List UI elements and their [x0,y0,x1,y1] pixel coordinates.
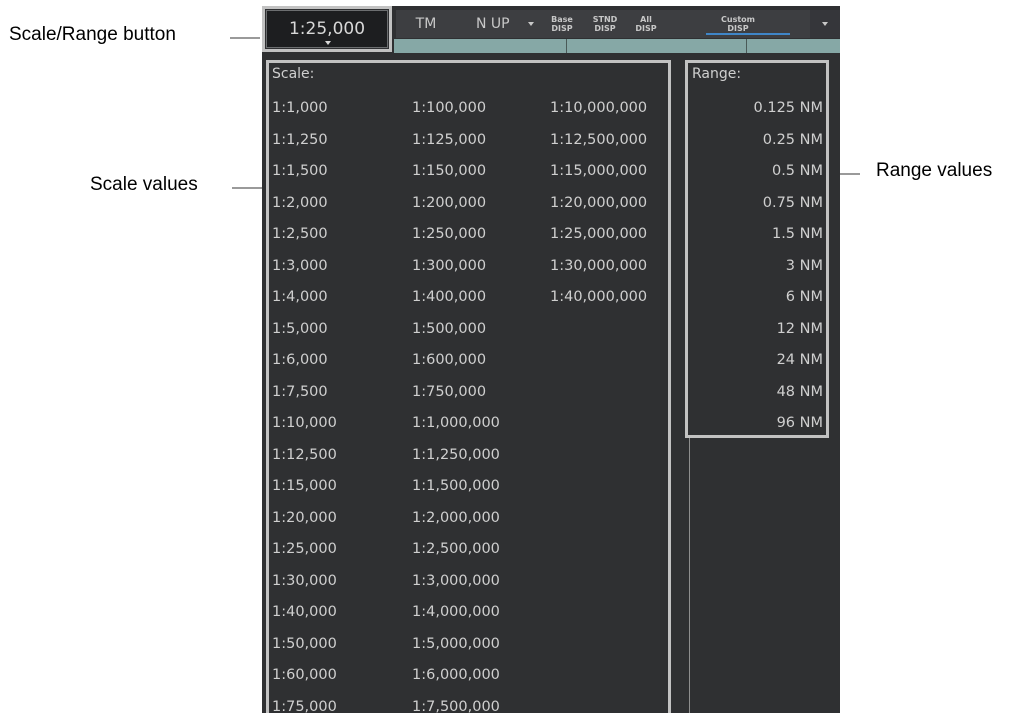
status-strip-divider [746,39,747,53]
range-option[interactable]: 48 NM [713,384,823,400]
display-menu-dropdown-button[interactable] [810,10,840,38]
active-underline [706,33,790,35]
range-option[interactable]: 96 NM [713,415,823,431]
custom-disp-line2: DISP [727,24,749,33]
scale-option[interactable]: 1:40,000,000 [550,289,647,305]
custom-disp-line1: Custom [721,15,755,24]
all-disp-button[interactable]: All DISP [626,10,666,38]
scale-option[interactable]: 1:5,000 [272,321,328,337]
stnd-disp-line2: DISP [594,24,616,33]
scale-option[interactable]: 1:2,500 [272,226,328,242]
scale-heading: Scale: [272,66,315,82]
scale-option[interactable]: 1:4,000 [272,289,328,305]
range-values-highlight [685,60,829,438]
scale-option[interactable]: 1:12,500 [272,447,337,463]
panel-divider [689,438,690,713]
scale-option[interactable]: 1:6,000 [272,352,328,368]
callout-scale-range-button: Scale/Range button [9,24,176,45]
scale-option[interactable]: 1:3,000,000 [412,573,500,589]
scale-option[interactable]: 1:2,000 [272,195,328,211]
scale-option[interactable]: 1:40,000 [272,604,337,620]
callout-scale-values: Scale values [90,174,198,195]
scale-option[interactable]: 1:1,500,000 [412,478,500,494]
scale-option[interactable]: 1:30,000,000 [550,258,647,274]
callout-leader [230,37,260,39]
scale-option[interactable]: 1:150,000 [412,163,486,179]
scale-option[interactable]: 1:15,000,000 [550,163,647,179]
scale-option[interactable]: 1:1,500 [272,163,328,179]
scale-option[interactable]: 1:15,000 [272,478,337,494]
dropdown-arrow-icon [528,22,534,26]
orientation-button[interactable]: N UP [456,10,540,38]
scale-option[interactable]: 1:10,000 [272,415,337,431]
range-option[interactable]: 24 NM [713,352,823,368]
scale-option[interactable]: 1:20,000,000 [550,195,647,211]
scale-option[interactable]: 1:2,500,000 [412,541,500,557]
range-option[interactable]: 0.125 NM [713,100,823,116]
scale-option[interactable]: 1:7,500 [272,384,328,400]
scale-option[interactable]: 1:5,000,000 [412,636,500,652]
range-option[interactable]: 0.25 NM [713,132,823,148]
range-option[interactable]: 3 NM [713,258,823,274]
scale-option[interactable]: 1:100,000 [412,100,486,116]
scale-option[interactable]: 1:1,250,000 [412,447,500,463]
scale-option[interactable]: 1:500,000 [412,321,486,337]
all-disp-line1: All [640,15,652,24]
scale-option[interactable]: 1:75,000 [272,699,337,713]
status-strip-divider [566,39,567,53]
callout-range-values: Range values [876,160,993,181]
all-disp-line2: DISP [635,24,657,33]
scale-option[interactable]: 1:7,500,000 [412,699,500,713]
stnd-disp-button[interactable]: STND DISP [584,10,626,38]
scale-option[interactable]: 1:1,250 [272,132,328,148]
scale-option[interactable]: 1:125,000 [412,132,486,148]
range-option[interactable]: 0.5 NM [713,163,823,179]
range-option[interactable]: 6 NM [713,289,823,305]
scale-option[interactable]: 1:6,000,000 [412,667,500,683]
range-heading: Range: [692,66,742,82]
scale-option[interactable]: 1:300,000 [412,258,486,274]
scale-option[interactable]: 1:1,000 [272,100,328,116]
base-disp-button[interactable]: Base DISP [540,10,584,38]
dropdown-arrow-icon [822,22,828,26]
scale-option[interactable]: 1:1,000,000 [412,415,500,431]
scale-option[interactable]: 1:600,000 [412,352,486,368]
scale-option[interactable]: 1:20,000 [272,510,337,526]
scale-range-button-highlight [262,6,392,52]
scale-option[interactable]: 1:25,000 [272,541,337,557]
tm-button[interactable]: TM [396,10,456,38]
scale-option[interactable]: 1:30,000 [272,573,337,589]
range-option[interactable]: 0.75 NM [713,195,823,211]
scale-option[interactable]: 1:60,000 [272,667,337,683]
scale-option[interactable]: 1:12,500,000 [550,132,647,148]
custom-disp-button[interactable]: Custom DISP [666,10,810,38]
base-disp-line2: DISP [551,24,573,33]
status-strip [394,39,840,53]
scale-option[interactable]: 1:10,000,000 [550,100,647,116]
range-option[interactable]: 12 NM [713,321,823,337]
range-option[interactable]: 1.5 NM [713,226,823,242]
callout-leader [232,187,262,189]
scale-option[interactable]: 1:400,000 [412,289,486,305]
scale-option[interactable]: 1:25,000,000 [550,226,647,242]
orientation-label: N UP [476,16,510,32]
scale-option[interactable]: 1:4,000,000 [412,604,500,620]
scale-option[interactable]: 1:200,000 [412,195,486,211]
scale-option[interactable]: 1:250,000 [412,226,486,242]
stnd-disp-line1: STND [592,15,618,24]
base-disp-line1: Base [551,15,573,24]
scale-option[interactable]: 1:3,000 [272,258,328,274]
scale-option[interactable]: 1:750,000 [412,384,486,400]
scale-option[interactable]: 1:2,000,000 [412,510,500,526]
scale-option[interactable]: 1:50,000 [272,636,337,652]
